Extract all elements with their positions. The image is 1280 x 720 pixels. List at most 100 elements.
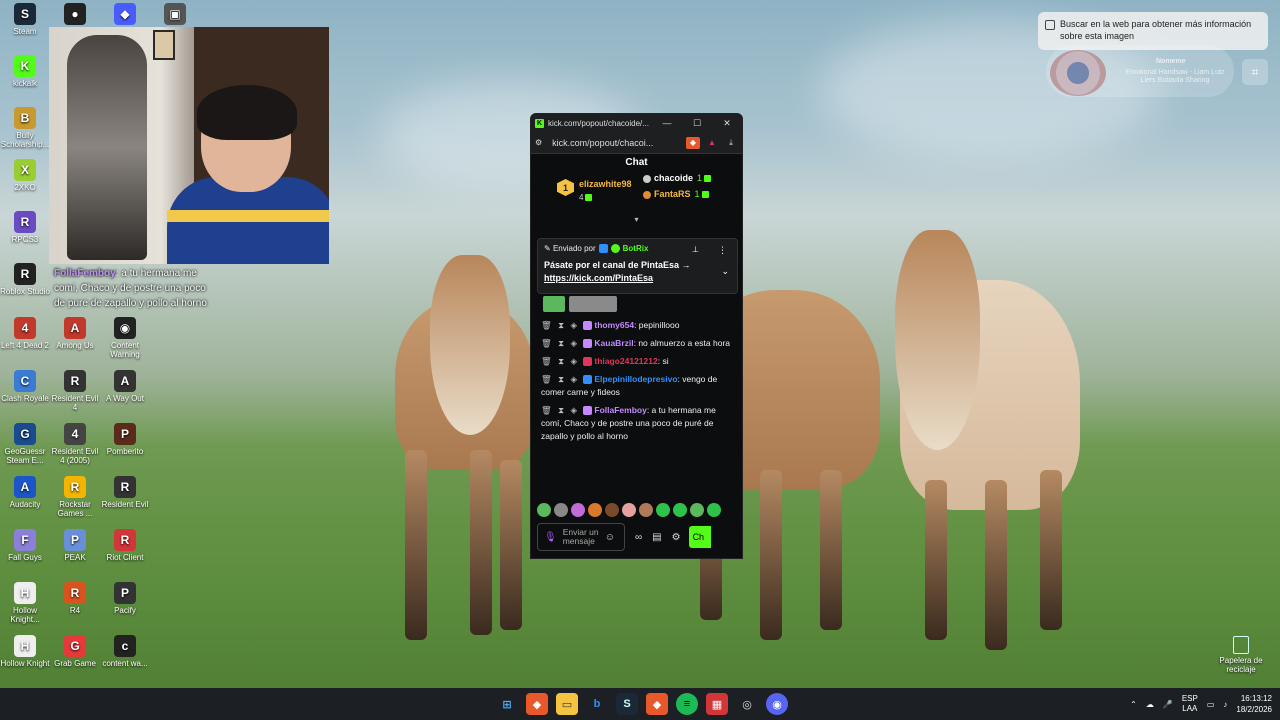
desktop-icon[interactable]: P Pacify [100,582,150,615]
sub-badge-icon [583,321,593,331]
desktop-icon[interactable]: B Bully Scholarship... [0,107,50,149]
chat-message: 🗑 ⧗ ◈ thiago24121212: si [541,355,734,368]
chevron-down-icon[interactable]: ⌄ [721,266,729,277]
discord-icon[interactable]: ◉ [766,693,788,715]
desktop-icon-label: Pacify [114,606,136,615]
chevron-up-icon[interactable]: ⌃ [1130,700,1137,709]
desktop-icon[interactable]: P Pomberito [100,423,150,456]
mod-actions-icon[interactable]: 🗑 ⧗ ◈ [541,338,583,348]
url-field[interactable]: kick.com/popout/chacoi... [552,138,681,148]
minimize-button[interactable]: — [652,118,682,128]
desktop-icon[interactable]: 4 Left 4 Dead 2 [0,317,50,350]
app-icon: R [64,582,86,604]
rewards-icon[interactable]: ▲ [705,137,719,149]
emoji-icon[interactable]: ☺ [605,532,615,542]
gift-leaderboard: 1 elizawhite98 4 chacoide 1 FantaRS 1 [531,171,742,216]
store-icon[interactable]: ▤ [652,532,661,543]
chat-popout-window: K kick.com/popout/chacoide/... — ☐ ✕ ⚙ k… [530,113,743,559]
recycle-bin[interactable]: Papelera de reciclaje [1218,636,1264,674]
onedrive-icon[interactable]: ☁ [1146,700,1154,709]
desktop-icon[interactable]: G GeoGuessr Steam E... [0,423,50,465]
quick-emote-bar[interactable] [537,502,737,518]
download-icon[interactable]: ⤓ [724,137,738,149]
windows-start-icon[interactable]: ⊞ [496,693,518,715]
desktop-icon[interactable]: c content wa... [100,635,150,668]
desktop-icon[interactable]: ◆ [100,3,150,27]
desktop-icon[interactable]: Kkickalk [0,55,50,88]
desktop-icon[interactable]: R R4 [50,582,100,615]
app-icon: R [14,263,36,285]
mod-actions-icon[interactable]: 🗑 ⧗ ◈ [541,320,583,330]
desktop-icon[interactable]: X 2XKO [0,159,50,192]
maximize-button[interactable]: ☐ [682,118,712,129]
desktop-icon[interactable]: F Fall Guys [0,529,50,562]
language-indicator[interactable]: ESP LAA [1182,694,1198,714]
spotify-icon[interactable]: ≡ [676,693,698,715]
more-options-icon[interactable]: ⋮ [718,245,727,256]
app-icon: R [64,370,86,392]
settings-icon[interactable]: ⚙ [672,532,681,543]
brave-shield-icon[interactable]: ◆ [686,136,700,149]
desktop-icon[interactable]: R Roblox Studio [0,263,50,296]
desktop-icon[interactable]: ▣ [150,3,200,27]
desktop-icon[interactable]: C Clash Royale [0,370,50,403]
chat-input[interactable]: 🎙 Enviar un mensaje ☺ [537,523,625,551]
desktop-icon[interactable]: R Resident Evil 4 [50,370,100,412]
mic-icon[interactable]: 🎙 [544,532,557,542]
close-button[interactable]: ✕ [712,118,742,129]
desktop-icon-label: R4 [69,606,81,615]
clock[interactable]: 16:13:12 18/2/2026 [1236,693,1272,715]
desktop-icon[interactable]: ◉ Content Warning [100,317,150,359]
desktop-icon[interactable]: G Grab Game [50,635,100,668]
desktop-icon[interactable]: A A Way Out [100,370,150,403]
chat-username[interactable]: KauaBrzil [594,338,633,348]
chat-username[interactable]: Elpepinillodepresivo [594,374,677,384]
network-icon[interactable]: ▭ [1207,700,1215,709]
desktop-icon-label: kickalk [12,79,37,88]
app-icon: K [14,55,36,77]
app-icon[interactable]: ▦ [706,693,728,715]
brave-alt-icon[interactable]: ◆ [646,693,668,715]
bing-icon[interactable]: b [586,693,608,715]
chat-username[interactable]: FollaFemboy [594,405,646,415]
desktop-icon[interactable]: R Resident Evil [100,476,150,509]
desktop-icon[interactable]: S Steam [0,3,50,36]
unpin-icon[interactable]: ⊥ [692,245,699,254]
send-button[interactable]: Ch [688,526,711,548]
pinned-message[interactable]: ✎ Enviado por BotRix ⊥ ⋮ ⌄ Pásate por el… [537,238,738,294]
desktop-icon[interactable]: R Riot Client [100,529,150,562]
desktop-icon[interactable]: ● [50,3,100,27]
volume-icon[interactable]: ♪ [1223,700,1227,709]
desktop-icon[interactable]: R RPCS3 [0,211,50,244]
desktop-icon[interactable]: P PEAK [50,529,100,562]
desktop-icon[interactable]: A Audacity [0,476,50,509]
app-icon: A [64,317,86,339]
leader-second[interactable]: chacoide 1 [643,173,712,183]
desktop-icon[interactable]: R Rockstar Games ... [50,476,100,518]
desktop-icon[interactable]: A Among Us [50,317,100,350]
chat-username[interactable]: thiago24121212 [594,356,657,366]
leader-third[interactable]: FantaRS 1 [643,189,709,199]
desktop-icon[interactable]: H Hollow Knight... [0,582,50,624]
mod-actions-icon[interactable]: 🗑 ⧗ ◈ [541,405,583,415]
chat-username[interactable]: thomy654 [594,320,634,330]
desktop-icon[interactable]: H Hollow Knight [0,635,50,668]
brave-browser-icon[interactable]: ◆ [526,693,548,715]
mod-actions-icon[interactable]: 🗑 ⧗ ◈ [541,374,583,384]
leader-first-name[interactable]: elizawhite98 [579,179,632,189]
lens-capture-button[interactable]: ⌗ [1242,59,1268,85]
steam-icon[interactable]: S [616,693,638,715]
mod-actions-icon[interactable]: 🗑 ⧗ ◈ [541,356,583,366]
pinned-link[interactable]: https://kick.com/PintaEsa [544,273,653,283]
points-icon[interactable]: ∞ [635,532,642,543]
mic-tray-icon[interactable]: 🎤 [1163,700,1173,709]
taskbar: ⊞ ◆ ▭ b S ◆ ≡ ▦ ◎ ◉ ⌃ ☁ 🎤 ESP LAA ▭ ♪ 16:… [0,688,1280,720]
desktop-icon[interactable]: 4 Resident Evil 4 (2005) [50,423,100,465]
file-explorer-icon[interactable]: ▭ [556,693,578,715]
desktop-icon-label: Left 4 Dead 2 [0,341,50,350]
desktop-icon-label: Fall Guys [8,553,42,562]
site-settings-icon[interactable]: ⚙ [535,138,542,147]
collapse-leaderboard-icon[interactable]: ▾ [531,216,742,226]
chat-message: 🗑 ⧗ ◈ Elpepinillodepresivo: vengo de com… [541,373,734,399]
obs-icon[interactable]: ◎ [736,693,758,715]
